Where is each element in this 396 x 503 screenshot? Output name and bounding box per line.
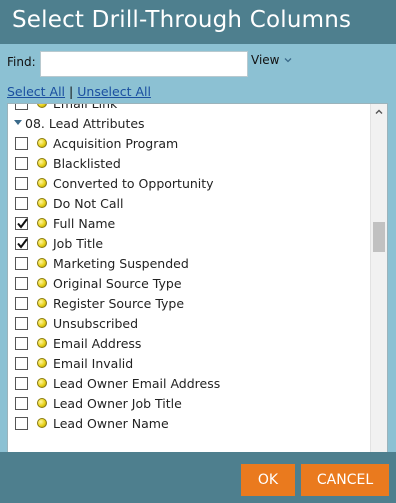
- list-item[interactable]: Lead Owner Job Title: [8, 393, 370, 413]
- list-item-label: Do Not Call: [53, 196, 124, 211]
- checkmark-icon: [17, 238, 28, 249]
- checkbox[interactable]: [15, 177, 28, 190]
- field-dot-icon: [37, 318, 47, 328]
- list-item[interactable]: Acquisition Program: [8, 133, 370, 153]
- column-list[interactable]: Email Link 08. Lead Attributes Acquisition…: [7, 103, 388, 484]
- list-item[interactable]: Register Source Type: [8, 293, 370, 313]
- checkbox[interactable]: [15, 157, 28, 170]
- checkbox[interactable]: [15, 377, 28, 390]
- view-menu[interactable]: View: [251, 53, 293, 67]
- checkbox[interactable]: [15, 104, 28, 110]
- list-item[interactable]: Email Link: [8, 103, 370, 113]
- group-header[interactable]: 08. Lead Attributes: [8, 113, 370, 133]
- field-dot-icon: [37, 198, 47, 208]
- list-item-label: Lead Owner Name: [53, 416, 169, 431]
- checkbox[interactable]: [15, 197, 28, 210]
- checkbox[interactable]: [15, 277, 28, 290]
- field-dot-icon: [37, 418, 47, 428]
- checkbox[interactable]: [15, 217, 28, 230]
- unselect-all-link[interactable]: Unselect All: [77, 84, 151, 99]
- scroll-thumb[interactable]: [373, 222, 385, 252]
- field-dot-icon: [37, 298, 47, 308]
- checkbox[interactable]: [15, 297, 28, 310]
- field-dot-icon: [37, 104, 47, 108]
- list-item-label: Lead Owner Job Title: [53, 396, 182, 411]
- find-label: Find:: [7, 55, 36, 69]
- list-item[interactable]: Marketing Suspended: [8, 253, 370, 273]
- title-bar: Select Drill-Through Columns: [0, 0, 396, 44]
- checkbox[interactable]: [15, 257, 28, 270]
- list-item-label: Full Name: [53, 216, 116, 231]
- field-dot-icon: [37, 258, 47, 268]
- dialog-footer: OK CANCEL: [0, 452, 396, 503]
- field-dot-icon: [37, 278, 47, 288]
- list-item[interactable]: Full Name: [8, 213, 370, 233]
- field-dot-icon: [37, 358, 47, 368]
- checkbox[interactable]: [15, 317, 28, 330]
- field-dot-icon: [37, 398, 47, 408]
- checkmark-icon: [17, 218, 28, 229]
- checkbox[interactable]: [15, 397, 28, 410]
- list-item[interactable]: Email Invalid: [8, 353, 370, 373]
- field-dot-icon: [37, 238, 47, 248]
- list-item-label: Lead Owner Email Address: [53, 376, 221, 391]
- vertical-scrollbar[interactable]: [370, 104, 387, 483]
- list-item-label: Converted to Opportunity: [53, 176, 214, 191]
- field-dot-icon: [37, 178, 47, 188]
- list-item-label: Blacklisted: [53, 156, 121, 171]
- field-dot-icon: [37, 158, 47, 168]
- field-dot-icon: [37, 378, 47, 388]
- list-item[interactable]: Lead Owner Email Address: [8, 373, 370, 393]
- checkbox[interactable]: [15, 237, 28, 250]
- checkbox[interactable]: [15, 357, 28, 370]
- expand-triangle-icon[interactable]: [14, 120, 22, 125]
- dialog-title: Select Drill-Through Columns: [12, 7, 352, 33]
- list-item-label: Email Address: [53, 336, 142, 351]
- find-input[interactable]: [40, 51, 248, 77]
- view-menu-label: View: [251, 53, 280, 67]
- list-item-label: Email Invalid: [53, 356, 134, 371]
- list-item[interactable]: Lead Owner Name: [8, 413, 370, 433]
- cancel-button[interactable]: CANCEL: [301, 464, 389, 496]
- list-item-label: Unsubscribed: [53, 316, 138, 331]
- scroll-up-arrow-icon[interactable]: [371, 104, 387, 120]
- list-item-label: Original Source Type: [53, 276, 182, 291]
- list-item[interactable]: Original Source Type: [8, 273, 370, 293]
- checkbox[interactable]: [15, 137, 28, 150]
- drill-through-dialog: Select Drill-Through Columns Find: View …: [0, 0, 396, 503]
- checkbox[interactable]: [15, 337, 28, 350]
- list-item[interactable]: Converted to Opportunity: [8, 173, 370, 193]
- list-item[interactable]: Blacklisted: [8, 153, 370, 173]
- field-dot-icon: [37, 218, 47, 228]
- list-item-label: Register Source Type: [53, 296, 185, 311]
- list-item-label: Marketing Suspended: [53, 256, 189, 271]
- list-item-label: Job Title: [53, 236, 104, 251]
- chevron-down-icon: [285, 58, 292, 63]
- list-item-label: Acquisition Program: [53, 136, 179, 151]
- ok-button[interactable]: OK: [241, 464, 295, 496]
- checkbox[interactable]: [15, 417, 28, 430]
- list-item-label: Email Link: [53, 103, 118, 111]
- link-separator: |: [69, 84, 74, 99]
- list-item-label: 08. Lead Attributes: [25, 116, 145, 131]
- select-all-link[interactable]: Select All: [7, 84, 65, 99]
- column-list-content: Email Link 08. Lead Attributes Acquisition…: [8, 103, 370, 433]
- list-item[interactable]: Do Not Call: [8, 193, 370, 213]
- field-dot-icon: [37, 338, 47, 348]
- list-item[interactable]: Job Title: [8, 233, 370, 253]
- list-item[interactable]: Unsubscribed: [8, 313, 370, 333]
- dialog-body: Find: View Select All | Unselect All Email…: [0, 44, 396, 484]
- list-item[interactable]: Email Address: [8, 333, 370, 353]
- field-dot-icon: [37, 138, 47, 148]
- select-links: Select All | Unselect All: [7, 84, 151, 99]
